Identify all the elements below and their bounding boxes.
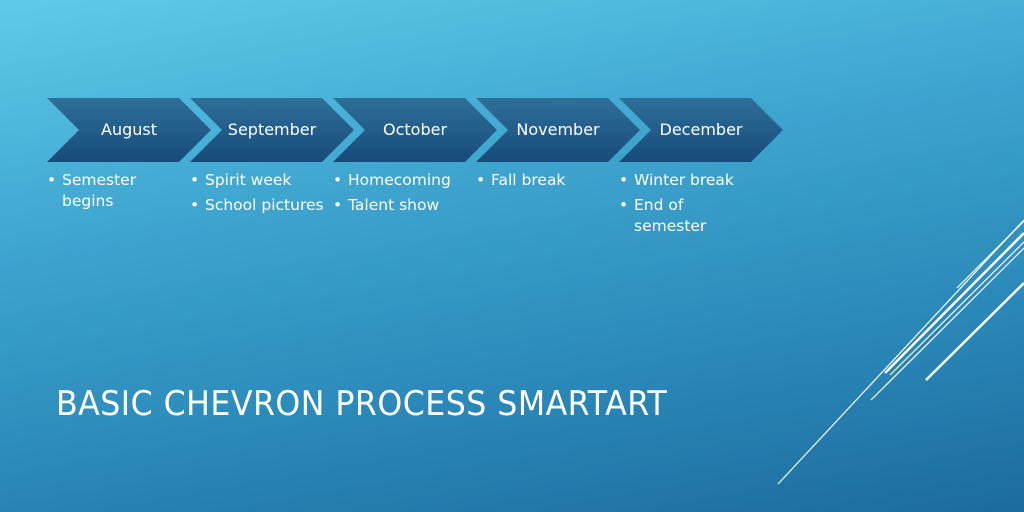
chevron-step-august[interactable]: August <box>47 98 211 162</box>
bullet-item: Spirit week <box>190 170 325 191</box>
bullet-item: Fall break <box>476 170 611 191</box>
chevron-step-november[interactable]: November <box>476 98 640 162</box>
bullet-item: Homecoming <box>333 170 468 191</box>
chevron-step-october[interactable]: October <box>333 98 497 162</box>
chevron-label: December <box>659 120 743 139</box>
bullet-item: Winter break <box>619 170 754 191</box>
deco-line <box>870 247 1024 401</box>
bullet-list: Fall break <box>476 170 611 195</box>
slide: August Semester begins September Spirit wee… <box>0 0 1024 512</box>
slide-title: BASIC CHEVRON PROCESS SMARTART <box>56 384 668 424</box>
bullet-item: End of semester <box>619 195 754 237</box>
bullet-list: Winter break End of semester <box>619 170 754 241</box>
bullet-list: Spirit week School pictures <box>190 170 325 220</box>
chevron-label: October <box>382 120 448 139</box>
chevron-label: September <box>227 120 317 139</box>
deco-line <box>956 220 1024 289</box>
bullet-list: Semester begins <box>47 170 182 216</box>
deco-line <box>889 241 1024 376</box>
chevron-label: November <box>516 120 600 139</box>
deco-line <box>777 219 1024 485</box>
decorative-lines <box>777 219 1024 485</box>
chevron-step-december[interactable]: December <box>619 98 783 162</box>
bullet-list: Homecoming Talent show <box>333 170 468 220</box>
bullet-item: Semester begins <box>47 170 182 212</box>
chevron-label: August <box>101 120 157 139</box>
bullet-item: School pictures <box>190 195 325 216</box>
chevron-step-september[interactable]: September <box>190 98 354 162</box>
bullet-item: Talent show <box>333 195 468 216</box>
